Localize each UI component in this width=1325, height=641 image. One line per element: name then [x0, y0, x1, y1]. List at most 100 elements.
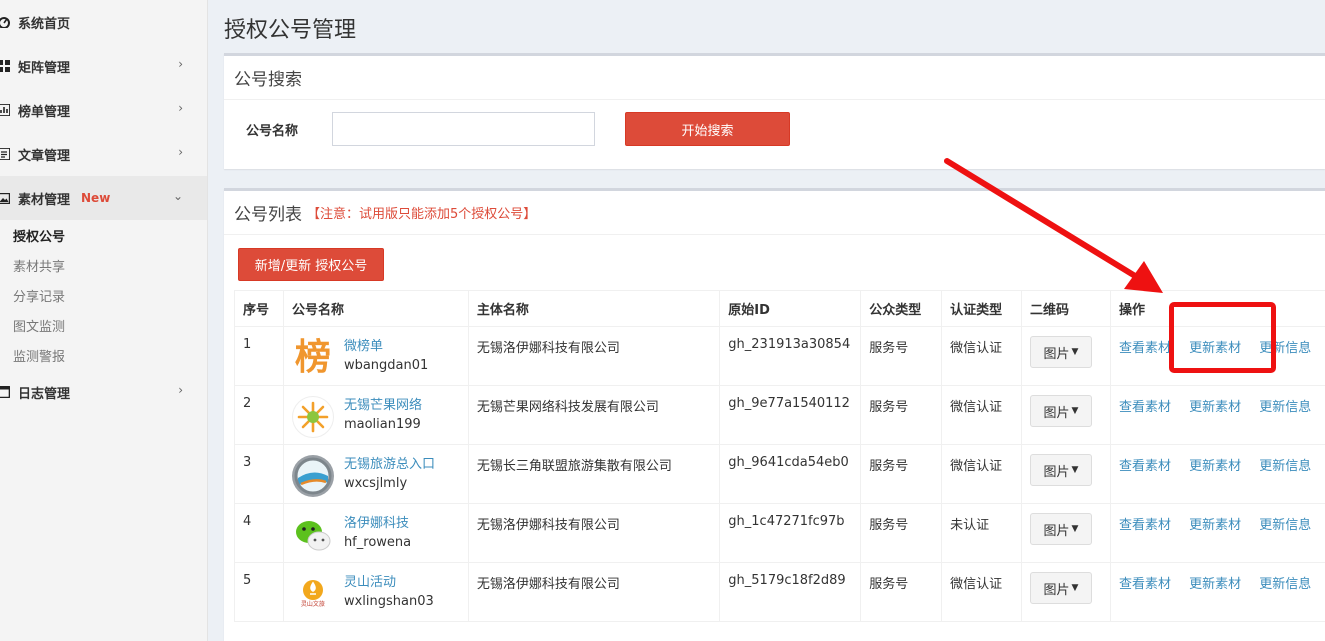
entity-name: 无锡芒果网络科技发展有限公司 — [467, 385, 721, 445]
update-info-link[interactable]: 更新信息 — [1259, 577, 1311, 592]
search-label: 公号名称 — [246, 123, 299, 139]
annotation-highlight-box — [1169, 302, 1276, 373]
update-material-link[interactable]: 更新素材 — [1189, 459, 1241, 474]
verify-type: 微信认证 — [941, 444, 1022, 504]
account-name-link[interactable]: 洛伊娜科技 — [344, 514, 411, 533]
account-name-link[interactable]: 无锡芒果网络 — [344, 396, 422, 415]
raw-id: gh_9641cda54eb0 — [719, 444, 862, 504]
raw-id: gh_9e77a1540112 — [719, 385, 862, 445]
update-info-link[interactable]: 更新信息 — [1259, 518, 1311, 533]
submenu-material: 授权公号 素材共享 分享记录 图文监测 监测警报 — [0, 220, 207, 370]
add-update-account-button[interactable]: 新增/更新 授权公号 — [238, 248, 384, 281]
sidebar-item-label: 榜单管理 — [18, 104, 71, 120]
column-header: 序号 — [234, 290, 284, 327]
verify-type: 未认证 — [941, 503, 1022, 563]
table-row: 2 无锡芒果网络 maolian199 无锡芒果网络科技发展有限公司 gh_9e… — [234, 385, 1325, 445]
raw-id: gh_5179c18f2d89 — [719, 562, 862, 622]
account-cell: 无锡旅游总入口 wxcsjlmly — [291, 455, 460, 497]
qr-image-dropdown[interactable]: 图片 ▼ — [1029, 513, 1092, 545]
sidebar-item-rank[interactable]: 榜单管理 › — [0, 88, 207, 132]
view-material-link[interactable]: 查看素材 — [1119, 341, 1171, 356]
qr-image-dropdown[interactable]: 图片 ▼ — [1029, 395, 1092, 427]
account-list-title: 公号列表 — [234, 205, 302, 225]
sidebar-subitem-material-share[interactable]: 素材共享 — [0, 250, 207, 280]
lingshan-logo-icon — [302, 580, 323, 600]
sidebar-item-home[interactable]: 系统首页 — [0, 0, 207, 44]
update-info-link[interactable]: 更新信息 — [1259, 400, 1311, 415]
sidebar-item-label: 日志管理 — [18, 386, 71, 402]
sidebar-item-material[interactable]: 素材管理 New ⌄ — [0, 176, 207, 220]
image-icon — [0, 192, 18, 204]
entity-name: 无锡洛伊娜科技有限公司 — [467, 326, 721, 386]
raw-id: gh_231913a30854 — [719, 326, 862, 386]
row-number: 4 — [234, 503, 284, 563]
search-panel-title: 公号搜索 — [234, 70, 302, 90]
table-row: 5 灵山文旅 灵山活动 wxlingshan03 无锡洛伊娜科技有限公司 gh_… — [234, 562, 1325, 622]
sidebar-subitem-authorized-accounts[interactable]: 授权公号 — [0, 220, 207, 250]
update-material-link[interactable]: 更新素材 — [1189, 518, 1241, 533]
main-content: 授权公号管理 公号搜索 公号名称 开始搜索 公号列表 【注意：试用版只能添加5个… — [209, 0, 1325, 641]
caret-down-icon: ▼ — [1071, 524, 1079, 534]
qr-image-dropdown[interactable]: 图片 ▼ — [1029, 572, 1092, 604]
account-type: 服务号 — [860, 444, 943, 504]
view-material-link[interactable]: 查看素材 — [1119, 577, 1171, 592]
sidebar-subitem-share-records[interactable]: 分享记录 — [0, 280, 207, 310]
account-id: maolian199 — [343, 417, 421, 432]
chevron-right-icon: › — [178, 145, 183, 159]
sidebar-item-article[interactable]: 文章管理 › — [0, 132, 207, 176]
update-material-link[interactable]: 更新素材 — [1189, 577, 1241, 592]
column-header: 二维码 — [1020, 290, 1111, 327]
page-title: 授权公号管理 — [224, 18, 357, 43]
account-name-input[interactable] — [332, 112, 595, 146]
column-header: 认证类型 — [941, 290, 1022, 327]
column-header: 公众类型 — [860, 290, 943, 327]
account-list-panel: 公号列表 【注意：试用版只能添加5个授权公号】 新增/更新 授权公号 序号 公号… — [224, 188, 1325, 641]
account-name-link[interactable]: 灵山活动 — [344, 573, 434, 592]
row-number: 2 — [234, 385, 284, 445]
view-material-link[interactable]: 查看素材 — [1119, 459, 1171, 474]
chevron-down-icon: ⌄ — [172, 189, 183, 203]
sidebar-item-matrix[interactable]: 矩阵管理 › — [0, 44, 207, 88]
account-name-link[interactable]: 微榜单 — [344, 337, 428, 356]
account-name-link[interactable]: 无锡旅游总入口 — [344, 455, 435, 474]
account-id: hf_rowena — [343, 535, 412, 550]
avatar — [291, 396, 334, 438]
row-number: 1 — [234, 326, 284, 386]
log-icon — [0, 386, 18, 398]
qr-dropdown-label: 图片 — [1043, 405, 1070, 421]
wechat-logo-icon — [295, 521, 331, 551]
account-cell: 灵山文旅 灵山活动 wxlingshan03 — [291, 573, 460, 615]
qr-image-dropdown[interactable]: 图片 ▼ — [1029, 336, 1092, 368]
search-panel-header: 公号搜索 — [224, 56, 1325, 100]
sidebar-item-label: 系统首页 — [18, 16, 71, 32]
avatar: 灵山文旅 — [291, 573, 334, 615]
avatar — [291, 455, 334, 497]
chevron-right-icon: › — [178, 383, 183, 397]
table-header-row: 序号 公号名称 主体名称 原始ID 公众类型 认证类型 二维码 操作 — [234, 290, 1325, 327]
avatar: 榜 — [292, 337, 334, 379]
entity-name: 无锡洛伊娜科技有限公司 — [467, 562, 721, 622]
avatar — [292, 514, 334, 556]
update-material-link[interactable]: 更新素材 — [1189, 400, 1241, 415]
dashboard-icon — [0, 16, 18, 28]
rank-icon — [0, 104, 18, 116]
caret-down-icon: ▼ — [1071, 347, 1079, 357]
entity-name: 无锡洛伊娜科技有限公司 — [467, 503, 721, 563]
account-cell: 无锡芒果网络 maolian199 — [291, 396, 460, 438]
view-material-link[interactable]: 查看素材 — [1119, 518, 1171, 533]
view-material-link[interactable]: 查看素材 — [1119, 400, 1171, 415]
grid-icon — [0, 60, 18, 72]
sidebar-subitem-monitor-alert[interactable]: 监测警报 — [0, 340, 207, 370]
sidebar-subitem-article-monitor[interactable]: 图文监测 — [0, 310, 207, 340]
qr-dropdown-label: 图片 — [1043, 464, 1070, 480]
account-type: 服务号 — [860, 562, 943, 622]
column-header: 主体名称 — [467, 290, 721, 327]
update-info-link[interactable]: 更新信息 — [1259, 459, 1311, 474]
start-search-button[interactable]: 开始搜索 — [625, 112, 790, 146]
column-header: 公号名称 — [282, 290, 469, 327]
sidebar-item-log[interactable]: 日志管理 › — [0, 370, 207, 414]
caret-down-icon: ▼ — [1071, 583, 1079, 593]
new-badge: New — [81, 191, 111, 205]
qr-dropdown-label: 图片 — [1043, 582, 1070, 598]
qr-image-dropdown[interactable]: 图片 ▼ — [1029, 454, 1092, 486]
